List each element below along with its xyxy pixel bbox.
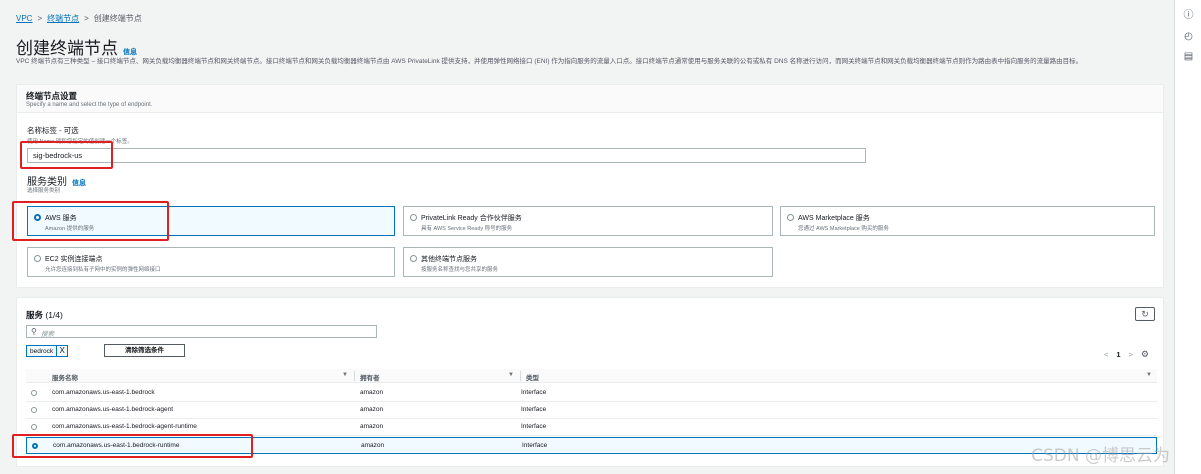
breadcrumb-separator: > <box>84 14 89 23</box>
tile-description: 具有 AWS Service Ready 称号的服务 <box>421 226 513 232</box>
tile-description: 您通过 AWS Marketplace 购买的服务 <box>798 226 889 232</box>
page: VPC > 终端节点 > 创建终端节点 创建终端节点 信息 VPC 终端节点有三… <box>0 0 1201 474</box>
refresh-icon: ↻ <box>1141 309 1149 319</box>
row-radio-button[interactable] <box>32 443 38 449</box>
service-name-cell: com.amazonaws.us-east-1.bedrock-agent-ru… <box>52 423 197 430</box>
service-name-cell: com.amazonaws.us-east-1.bedrock <box>52 389 155 396</box>
owner-cell: amazon <box>360 389 384 396</box>
tile-title: AWS 服务 <box>45 215 77 222</box>
page-title-text: 创建终端节点 <box>16 39 118 58</box>
filter-token: bedrock X <box>26 345 69 357</box>
watermark: CSDN @博思云为 <box>1031 446 1170 466</box>
settings-gear-icon[interactable]: ⚙ <box>1141 349 1149 360</box>
search-input[interactable]: ⚲ 搜索 <box>26 325 377 338</box>
sort-down-icon[interactable]: ▼ <box>1146 372 1152 378</box>
radio-button[interactable] <box>34 214 41 221</box>
column-header-type[interactable]: 类型 <box>526 372 539 382</box>
next-page-button[interactable]: > <box>1129 350 1133 359</box>
column-header-service-name[interactable]: 服务名称 <box>52 372 78 382</box>
page-description: VPC 终端节点有三种类型 – 接口终端节点、网关负载均衡器终端节点和网关终端节… <box>16 58 1083 65</box>
name-tag-hint: 使用 Name 键和您指定的值创建一个标签。 <box>27 139 133 145</box>
tile-title: 其他终端节点服务 <box>421 256 477 263</box>
remove-filter-button[interactable]: X <box>56 346 67 356</box>
info-link[interactable]: 信息 <box>72 178 86 188</box>
right-utility-bar: ⓘ ◴ ▤ <box>1174 0 1201 474</box>
tile-description: 按服务名称查找与您共享的服务 <box>421 267 499 273</box>
services-title-text: 服务 <box>26 310 44 320</box>
services-panel: 服务 (1/4) ↻ ⚲ 搜索 bedrock X 清除筛选条件 < 1 > ⚙ <box>16 297 1164 467</box>
table-row-selected[interactable]: com.amazonaws.us-east-1.bedrock-runtime … <box>26 437 1157 454</box>
row-radio-button[interactable] <box>31 424 37 430</box>
table-row[interactable]: com.amazonaws.us-east-1.bedrock-agent am… <box>26 402 1157 419</box>
breadcrumb-vpc-link[interactable]: VPC <box>16 14 32 23</box>
table-header: 服务名称 ▼ 拥有者 ▼ 类型 ▼ <box>26 369 1157 383</box>
services-count: (1/4) <box>45 310 63 320</box>
tile-description: 允许您连接到私有子网中的实例的弹性网络接口 <box>45 267 161 273</box>
breadcrumb: VPC > 终端节点 > 创建终端节点 <box>16 13 142 24</box>
endpoint-settings-panel: 终端节点设置 Specify a name and select the typ… <box>16 84 1164 288</box>
owner-cell: amazon <box>360 406 384 413</box>
type-cell: Interface <box>521 406 547 413</box>
breadcrumb-current: 创建终端节点 <box>93 14 142 23</box>
owner-cell: amazon <box>361 442 385 449</box>
panel-subtitle: Specify a name and select the type of en… <box>26 102 153 108</box>
info-icon[interactable]: ⓘ <box>1182 9 1195 22</box>
clock-icon[interactable]: ◴ <box>1182 30 1195 43</box>
table-row[interactable]: com.amazonaws.us-east-1.bedrock-agent-ru… <box>26 419 1157 436</box>
type-cell: Interface <box>521 423 547 430</box>
clear-filters-button[interactable]: 清除筛选条件 <box>104 344 185 357</box>
category-tile-other-endpoint-services[interactable]: 其他终端节点服务 按服务名称查找与您共享的服务 <box>403 247 773 277</box>
panel-title: 终端节点设置 <box>26 91 78 101</box>
tile-title: PrivateLink Ready 合作伙伴服务 <box>421 215 522 222</box>
tile-title: EC2 实例连接端点 <box>45 256 103 263</box>
radio-button[interactable] <box>410 255 417 262</box>
prev-page-button[interactable]: < <box>1104 350 1108 359</box>
service-name-cell: com.amazonaws.us-east-1.bedrock-agent <box>52 406 174 413</box>
sort-down-icon[interactable]: ▼ <box>508 372 514 378</box>
column-divider <box>354 371 355 381</box>
category-tile-aws-services[interactable]: AWS 服务 Amazon 提供的服务 <box>27 206 395 236</box>
column-header-owner[interactable]: 拥有者 <box>360 372 380 382</box>
breadcrumb-separator: > <box>37 14 43 23</box>
category-tile-aws-marketplace[interactable]: AWS Marketplace 服务 您通过 AWS Marketplace 购… <box>780 206 1155 236</box>
service-category-hint: 选择服务类别 <box>27 188 61 194</box>
name-tag-label: 名称标签 - 可选 <box>27 126 79 135</box>
filter-token-label: bedrock <box>30 347 54 355</box>
radio-button[interactable] <box>410 214 417 221</box>
main-content: VPC > 终端节点 > 创建终端节点 创建终端节点 信息 VPC 终端节点有三… <box>0 0 1174 474</box>
search-icon: ⚲ <box>31 327 37 336</box>
page-title: 创建终端节点 信息 <box>16 34 137 59</box>
feedback-icon[interactable]: ▤ <box>1182 50 1195 63</box>
services-title: 服务 (1/4) <box>26 309 63 321</box>
type-cell: Interface <box>522 442 548 449</box>
radio-button[interactable] <box>787 214 794 221</box>
service-name-cell: com.amazonaws.us-east-1.bedrock-runtime <box>53 442 180 449</box>
sort-down-icon[interactable]: ▼ <box>342 372 348 378</box>
info-link[interactable]: 信息 <box>123 47 137 57</box>
breadcrumb-endpoints-link[interactable]: 终端节点 <box>47 13 79 24</box>
category-tile-ec2-instance-connect[interactable]: EC2 实例连接端点 允许您连接到私有子网中的实例的弹性网络接口 <box>27 247 395 277</box>
search-placeholder: 搜索 <box>41 331 54 338</box>
tile-description: Amazon 提供的服务 <box>45 226 95 232</box>
type-cell: Interface <box>521 389 547 396</box>
owner-cell: amazon <box>360 423 384 430</box>
refresh-button[interactable]: ↻ <box>1135 307 1155 321</box>
table-row[interactable]: com.amazonaws.us-east-1.bedrock amazon I… <box>26 385 1157 402</box>
tile-title: AWS Marketplace 服务 <box>798 215 870 222</box>
name-tag-input[interactable]: sig-bedrock-us <box>27 148 866 163</box>
panel-header: 终端节点设置 Specify a name and select the typ… <box>17 85 1163 113</box>
column-divider <box>520 371 521 381</box>
radio-button[interactable] <box>34 255 41 262</box>
row-radio-button[interactable] <box>31 407 37 413</box>
category-tile-privatelink-ready[interactable]: PrivateLink Ready 合作伙伴服务 具有 AWS Service … <box>403 206 773 236</box>
row-radio-button[interactable] <box>31 390 37 396</box>
pagination: < 1 > ⚙ <box>1104 349 1149 360</box>
current-page[interactable]: 1 <box>1116 350 1120 359</box>
